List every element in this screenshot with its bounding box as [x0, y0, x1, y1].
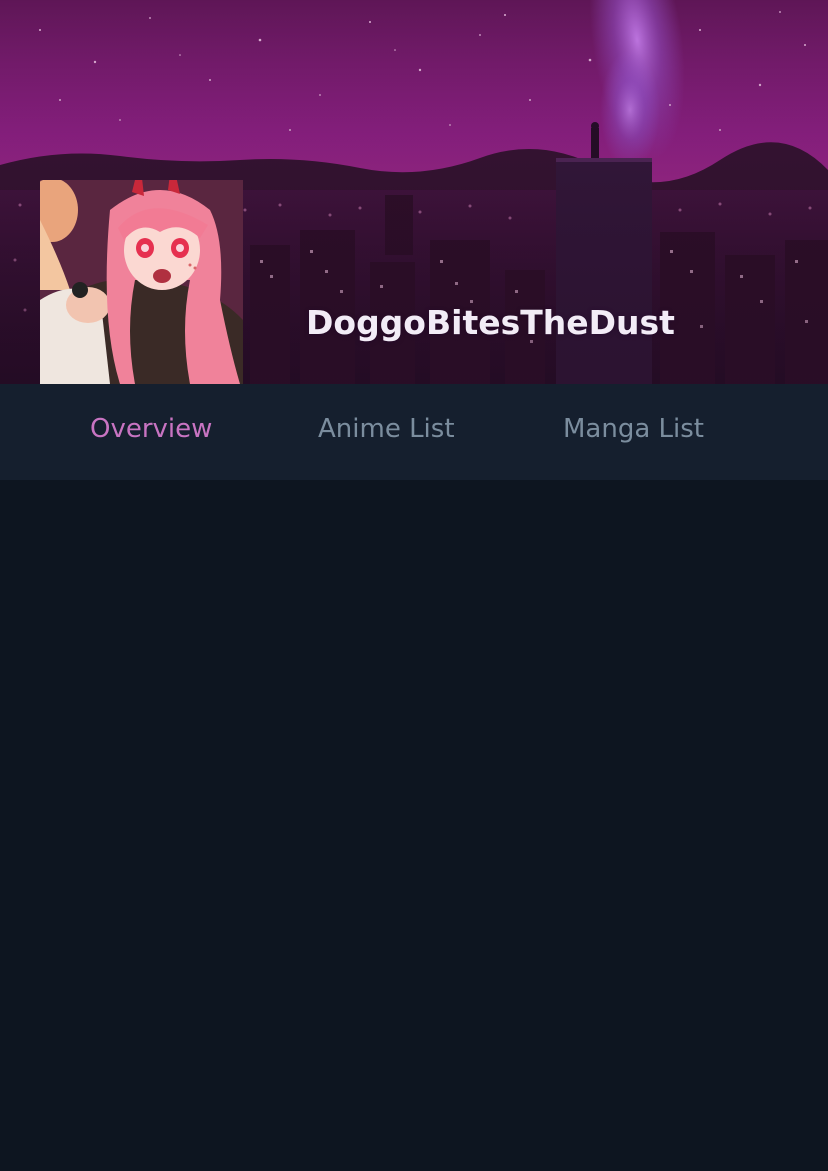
profile-page: DoggoBitesTheDust Overview Anime List Ma… — [0, 0, 828, 1171]
username: DoggoBitesTheDust — [306, 303, 675, 342]
tab-overview[interactable]: Overview — [90, 384, 212, 480]
avatar-image — [40, 180, 243, 384]
profile-nav: Overview Anime List Manga List — [0, 384, 828, 480]
profile-banner: DoggoBitesTheDust — [0, 0, 828, 384]
tab-anime-list[interactable]: Anime List — [318, 384, 455, 480]
tab-manga-list[interactable]: Manga List — [563, 384, 704, 480]
user-avatar[interactable] — [40, 180, 243, 384]
profile-content — [0, 480, 828, 1171]
